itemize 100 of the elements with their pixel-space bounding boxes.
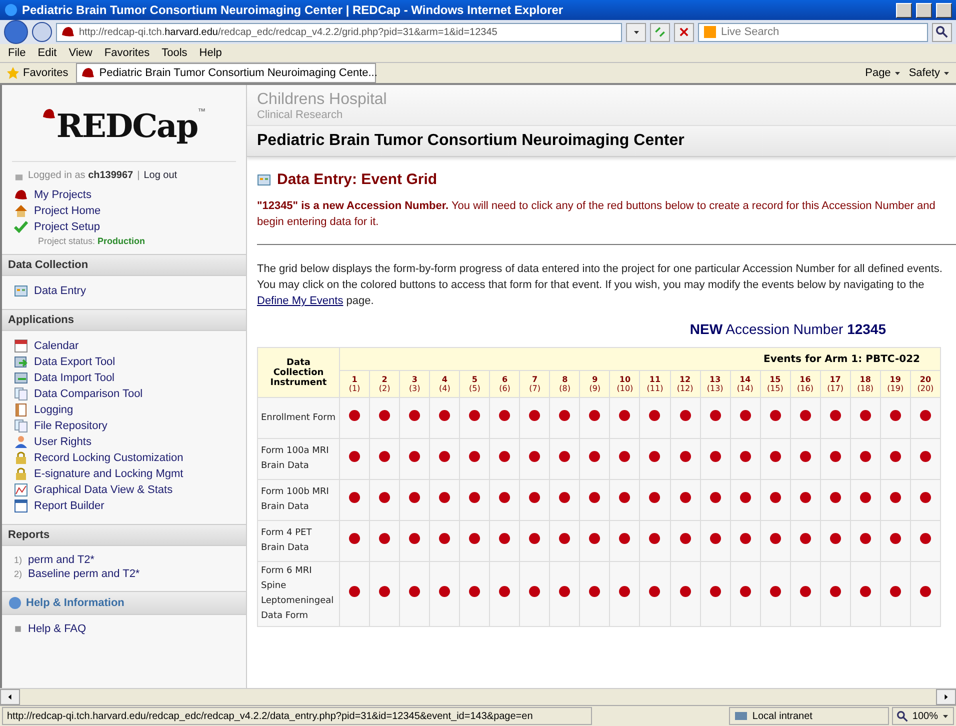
stop-button[interactable] bbox=[674, 22, 694, 42]
status-dot-button[interactable] bbox=[860, 410, 871, 420]
status-dot-button[interactable] bbox=[740, 492, 751, 502]
status-dot-button[interactable] bbox=[409, 492, 420, 502]
status-dot-button[interactable] bbox=[740, 586, 751, 596]
status-dot-button[interactable] bbox=[559, 532, 570, 544]
status-dot-button[interactable] bbox=[529, 586, 540, 596]
status-dot-button[interactable] bbox=[680, 586, 691, 596]
status-dot-button[interactable] bbox=[860, 586, 871, 596]
status-dot-button[interactable] bbox=[589, 532, 600, 544]
status-dot-button[interactable] bbox=[499, 450, 510, 462]
status-dot-button[interactable] bbox=[589, 586, 600, 596]
search-button[interactable] bbox=[932, 22, 952, 42]
status-dot-button[interactable] bbox=[649, 410, 660, 420]
search-field[interactable]: Live Search bbox=[698, 22, 928, 42]
report-link[interactable]: 1) perm and T2* bbox=[2, 553, 246, 567]
status-dot-button[interactable] bbox=[680, 450, 691, 462]
sidebar-link[interactable]: File Repository bbox=[2, 418, 246, 434]
status-dot-button[interactable] bbox=[439, 492, 450, 502]
status-dot-button[interactable] bbox=[559, 586, 570, 596]
status-dot-button[interactable] bbox=[920, 410, 931, 420]
horizontal-scrollbar[interactable] bbox=[0, 688, 956, 705]
status-dot-button[interactable] bbox=[770, 586, 781, 596]
status-dot-button[interactable] bbox=[890, 410, 901, 420]
address-field[interactable]: http://redcap-qi.tch.harvard.edu/redcap_edc/redcap_v4.2.2/grid.php?pid=31&arm=1&id=12345 bbox=[56, 22, 622, 42]
status-dot-button[interactable] bbox=[800, 586, 811, 596]
status-dot-button[interactable] bbox=[710, 586, 721, 596]
status-dot-button[interactable] bbox=[379, 532, 390, 544]
report-link[interactable]: 2) Baseline perm and T2* bbox=[2, 567, 246, 581]
status-dot-button[interactable] bbox=[830, 410, 841, 420]
status-dot-button[interactable] bbox=[800, 450, 811, 462]
define-events-link[interactable]: Define My Events bbox=[257, 295, 344, 307]
status-dot-button[interactable] bbox=[499, 586, 510, 596]
status-dot-button[interactable] bbox=[469, 532, 480, 544]
status-dot-button[interactable] bbox=[800, 410, 811, 420]
menu-item[interactable]: View bbox=[68, 47, 92, 59]
status-dot-button[interactable] bbox=[680, 532, 691, 544]
refresh-button[interactable] bbox=[650, 22, 670, 42]
status-dot-button[interactable] bbox=[740, 410, 751, 420]
sidebar-link[interactable]: Data Entry bbox=[2, 283, 246, 299]
menu-item[interactable]: Edit bbox=[38, 47, 57, 59]
status-dot-button[interactable] bbox=[559, 410, 570, 420]
status-dot-button[interactable] bbox=[529, 492, 540, 502]
status-dot-button[interactable] bbox=[770, 410, 781, 420]
status-dot-button[interactable] bbox=[680, 410, 691, 420]
status-dot-button[interactable] bbox=[619, 410, 630, 420]
status-dot-button[interactable] bbox=[499, 410, 510, 420]
back-button[interactable] bbox=[4, 20, 28, 44]
status-dot-button[interactable] bbox=[860, 450, 871, 462]
status-dot-button[interactable] bbox=[740, 450, 751, 462]
favorites-button[interactable]: Favorites bbox=[6, 66, 68, 80]
status-dot-button[interactable] bbox=[439, 410, 450, 420]
status-dot-button[interactable] bbox=[680, 492, 691, 502]
forward-button[interactable] bbox=[32, 22, 52, 42]
maximize-button[interactable] bbox=[916, 2, 932, 18]
status-dot-button[interactable] bbox=[469, 586, 480, 596]
status-dot-button[interactable] bbox=[890, 492, 901, 502]
status-dot-button[interactable] bbox=[619, 532, 630, 544]
status-dot-button[interactable] bbox=[349, 586, 360, 596]
sidebar-link[interactable]: User Rights bbox=[2, 434, 246, 450]
status-dot-button[interactable] bbox=[710, 410, 721, 420]
status-dot-button[interactable] bbox=[920, 450, 931, 462]
minimize-button[interactable] bbox=[896, 2, 912, 18]
status-dot-button[interactable] bbox=[589, 492, 600, 502]
status-dot-button[interactable] bbox=[379, 492, 390, 502]
menu-item[interactable]: Favorites bbox=[104, 47, 150, 59]
status-dot-button[interactable] bbox=[890, 532, 901, 544]
zoom-button[interactable]: 100% bbox=[892, 707, 954, 725]
status-dot-button[interactable] bbox=[830, 450, 841, 462]
sidebar-link[interactable]: Calendar bbox=[2, 338, 246, 354]
status-dot-button[interactable] bbox=[469, 450, 480, 462]
sidebar-link[interactable]: Data Comparison Tool bbox=[2, 386, 246, 402]
status-dot-button[interactable] bbox=[529, 410, 540, 420]
status-dot-button[interactable] bbox=[499, 532, 510, 544]
status-dot-button[interactable] bbox=[770, 532, 781, 544]
help-link[interactable]: Help & FAQ bbox=[2, 622, 246, 636]
browser-tab[interactable]: Pediatric Brain Tumor Consortium Neuroimaging Cente... bbox=[76, 63, 376, 83]
status-dot-button[interactable] bbox=[379, 450, 390, 462]
status-dot-button[interactable] bbox=[559, 492, 570, 502]
status-dot-button[interactable] bbox=[439, 532, 450, 544]
status-dot-button[interactable] bbox=[890, 586, 901, 596]
status-dot-button[interactable] bbox=[349, 410, 360, 420]
sidebar-link[interactable]: Record Locking Customization bbox=[2, 450, 246, 466]
status-dot-button[interactable] bbox=[830, 532, 841, 544]
status-dot-button[interactable] bbox=[920, 532, 931, 544]
menu-item[interactable]: File bbox=[8, 47, 26, 59]
toolbar-menu-button[interactable]: Page bbox=[865, 67, 901, 79]
status-dot-button[interactable] bbox=[619, 450, 630, 462]
status-dot-button[interactable] bbox=[710, 492, 721, 502]
sidebar-link[interactable]: My Projects bbox=[2, 187, 246, 203]
status-dot-button[interactable] bbox=[830, 492, 841, 502]
status-dot-button[interactable] bbox=[439, 450, 450, 462]
status-dot-button[interactable] bbox=[349, 492, 360, 502]
status-dot-button[interactable] bbox=[920, 492, 931, 502]
menu-item[interactable]: Help bbox=[199, 47, 222, 59]
status-dot-button[interactable] bbox=[529, 532, 540, 544]
status-dot-button[interactable] bbox=[740, 532, 751, 544]
sidebar-link[interactable]: Logging bbox=[2, 402, 246, 418]
status-dot-button[interactable] bbox=[349, 532, 360, 544]
status-dot-button[interactable] bbox=[800, 492, 811, 502]
